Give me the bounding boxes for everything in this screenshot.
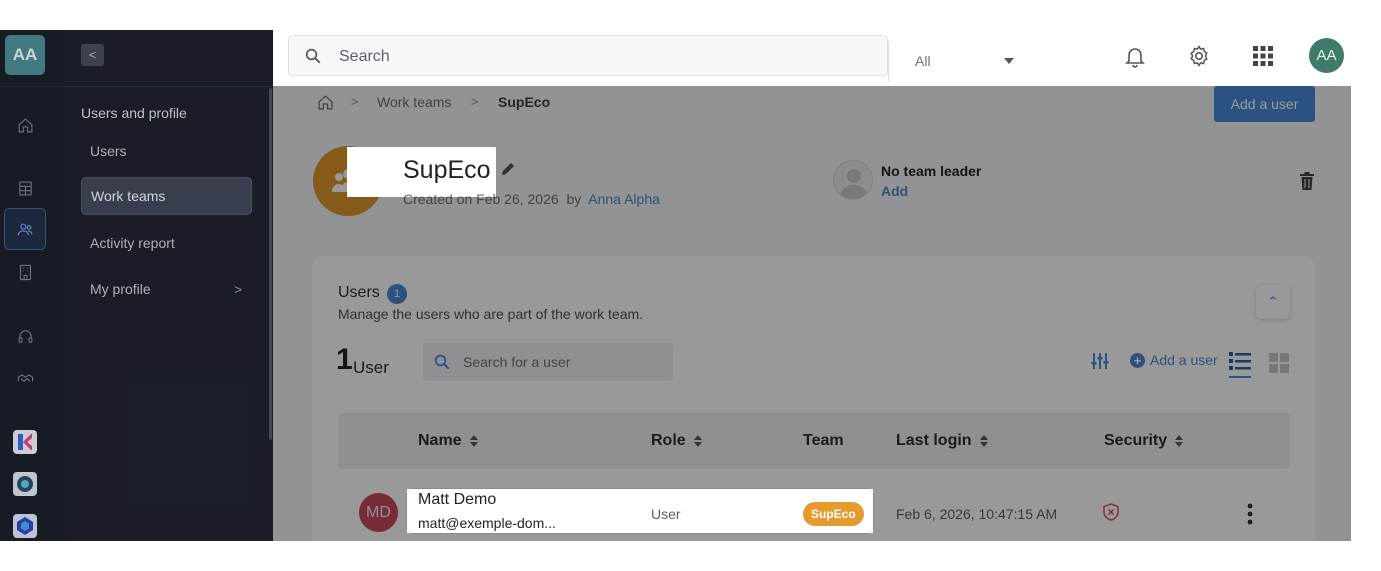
user-name[interactable]: Matt Demo [418, 491, 496, 509]
user-avatar[interactable]: AA [1309, 38, 1344, 73]
overlay-dim [273, 533, 1351, 541]
gear-icon[interactable] [1187, 44, 1211, 68]
search-input[interactable]: Search [339, 48, 390, 66]
team-title: SupEco [403, 156, 491, 184]
caret-down-icon [1004, 58, 1014, 64]
apps-grid-icon[interactable] [1251, 44, 1275, 68]
overlay-dim [273, 489, 407, 533]
overlay-dim [496, 147, 1351, 197]
search-divider [888, 41, 889, 82]
overlay-dim [273, 197, 1351, 489]
search-scope-select[interactable]: All [915, 53, 931, 69]
search-icon [305, 48, 321, 64]
global-search[interactable]: Search All [288, 35, 1014, 82]
user-email: matt@exemple-dom... [418, 515, 556, 531]
bell-icon[interactable] [1123, 44, 1147, 68]
topbar: Search All AA [273, 30, 1351, 86]
overlay-dim [0, 30, 273, 541]
overlay-dim [273, 147, 347, 197]
app-window: AA < Users and profile Users Work teams … [0, 30, 1351, 541]
overlay-dim [273, 86, 1351, 147]
overlay-dim [873, 489, 1351, 533]
team-badge: SupEco [803, 502, 864, 526]
user-role: User [651, 506, 681, 522]
